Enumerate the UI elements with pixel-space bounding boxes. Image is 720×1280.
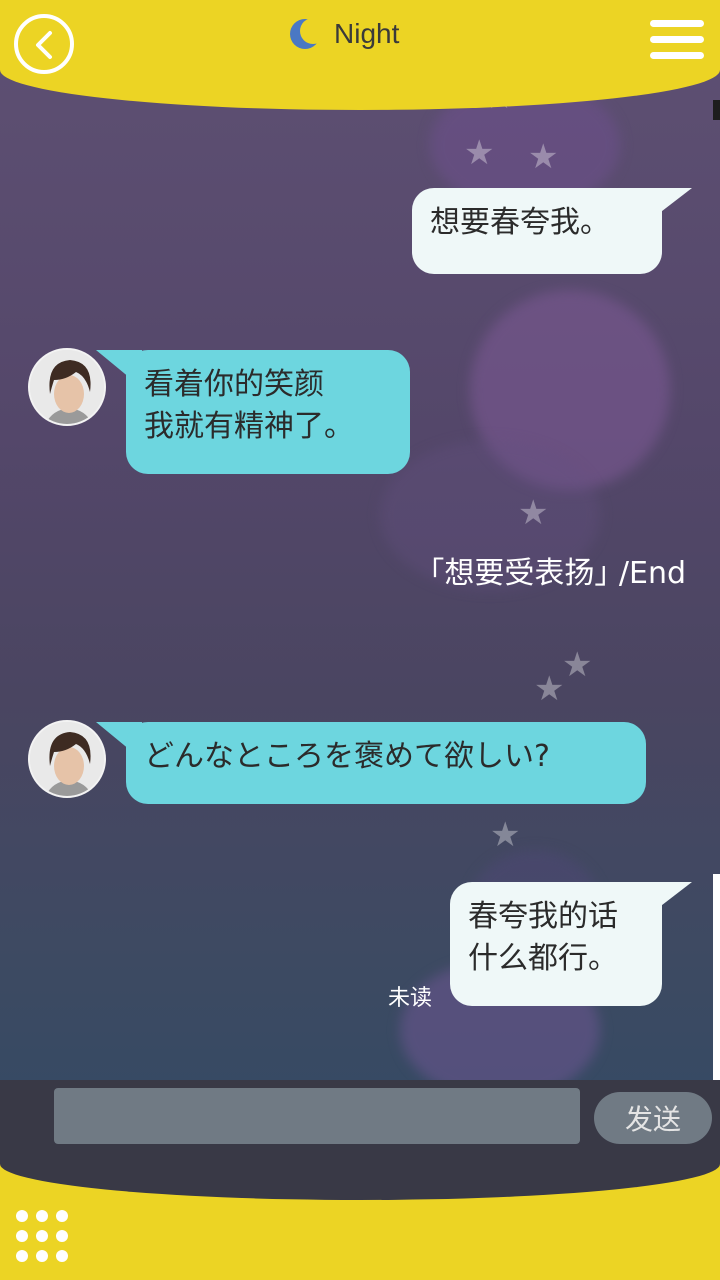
npc-message-bubble: どんなところを褒めて欲しい? — [126, 722, 646, 804]
chevron-left-icon — [36, 31, 52, 59]
menu-line — [650, 36, 704, 43]
system-end-text: ｢想要受表扬｣ /End — [429, 556, 686, 591]
message-text: 想要春夸我。 — [430, 205, 610, 240]
message-text-line: 什么都行。 — [468, 941, 618, 976]
message-text: どんなところを褒めて欲しい? — [144, 739, 550, 774]
hamburger-menu-icon[interactable] — [650, 20, 704, 66]
star-icon: ★ — [528, 137, 559, 177]
character-portrait — [30, 350, 104, 424]
send-button[interactable]: 发送 — [594, 1092, 712, 1144]
scrollbar[interactable] — [713, 874, 720, 1080]
scrollbar-top — [713, 100, 720, 120]
app-header: Night — [0, 0, 720, 110]
avatar — [28, 720, 106, 798]
player-message-bubble: 春夸我的话 什么都行。 — [450, 882, 662, 1006]
bubble-tail — [640, 882, 692, 922]
star-icon: ★ — [562, 645, 593, 685]
menu-line — [650, 20, 704, 27]
npc-message-bubble: 看着你的笑颜 我就有精神了。 — [126, 350, 410, 474]
moon-icon — [290, 18, 322, 49]
menu-line — [650, 52, 704, 59]
character-portrait — [30, 722, 104, 796]
player-message-bubble: 想要春夸我。 — [412, 188, 662, 274]
star-icon: ★ — [464, 133, 495, 173]
message-text-line: 我就有精神了。 — [144, 409, 354, 444]
input-bar: 发送 — [0, 1080, 720, 1200]
message-input[interactable] — [54, 1088, 580, 1144]
star-icon: ★ — [534, 669, 565, 709]
star-icon: ★ — [490, 815, 521, 855]
message-text-line: 春夸我的话 — [468, 899, 618, 934]
message-text-line: 看着你的笑颜 — [144, 367, 324, 402]
page-title: Night — [334, 18, 400, 49]
avatar — [28, 348, 106, 426]
dots-grid-icon[interactable] — [16, 1210, 72, 1266]
bubble-tail — [640, 188, 692, 228]
star-icon: ★ — [518, 493, 549, 533]
back-button[interactable] — [14, 14, 74, 74]
title-area: Night — [288, 14, 399, 54]
unread-status: 未读 — [388, 986, 433, 1011]
